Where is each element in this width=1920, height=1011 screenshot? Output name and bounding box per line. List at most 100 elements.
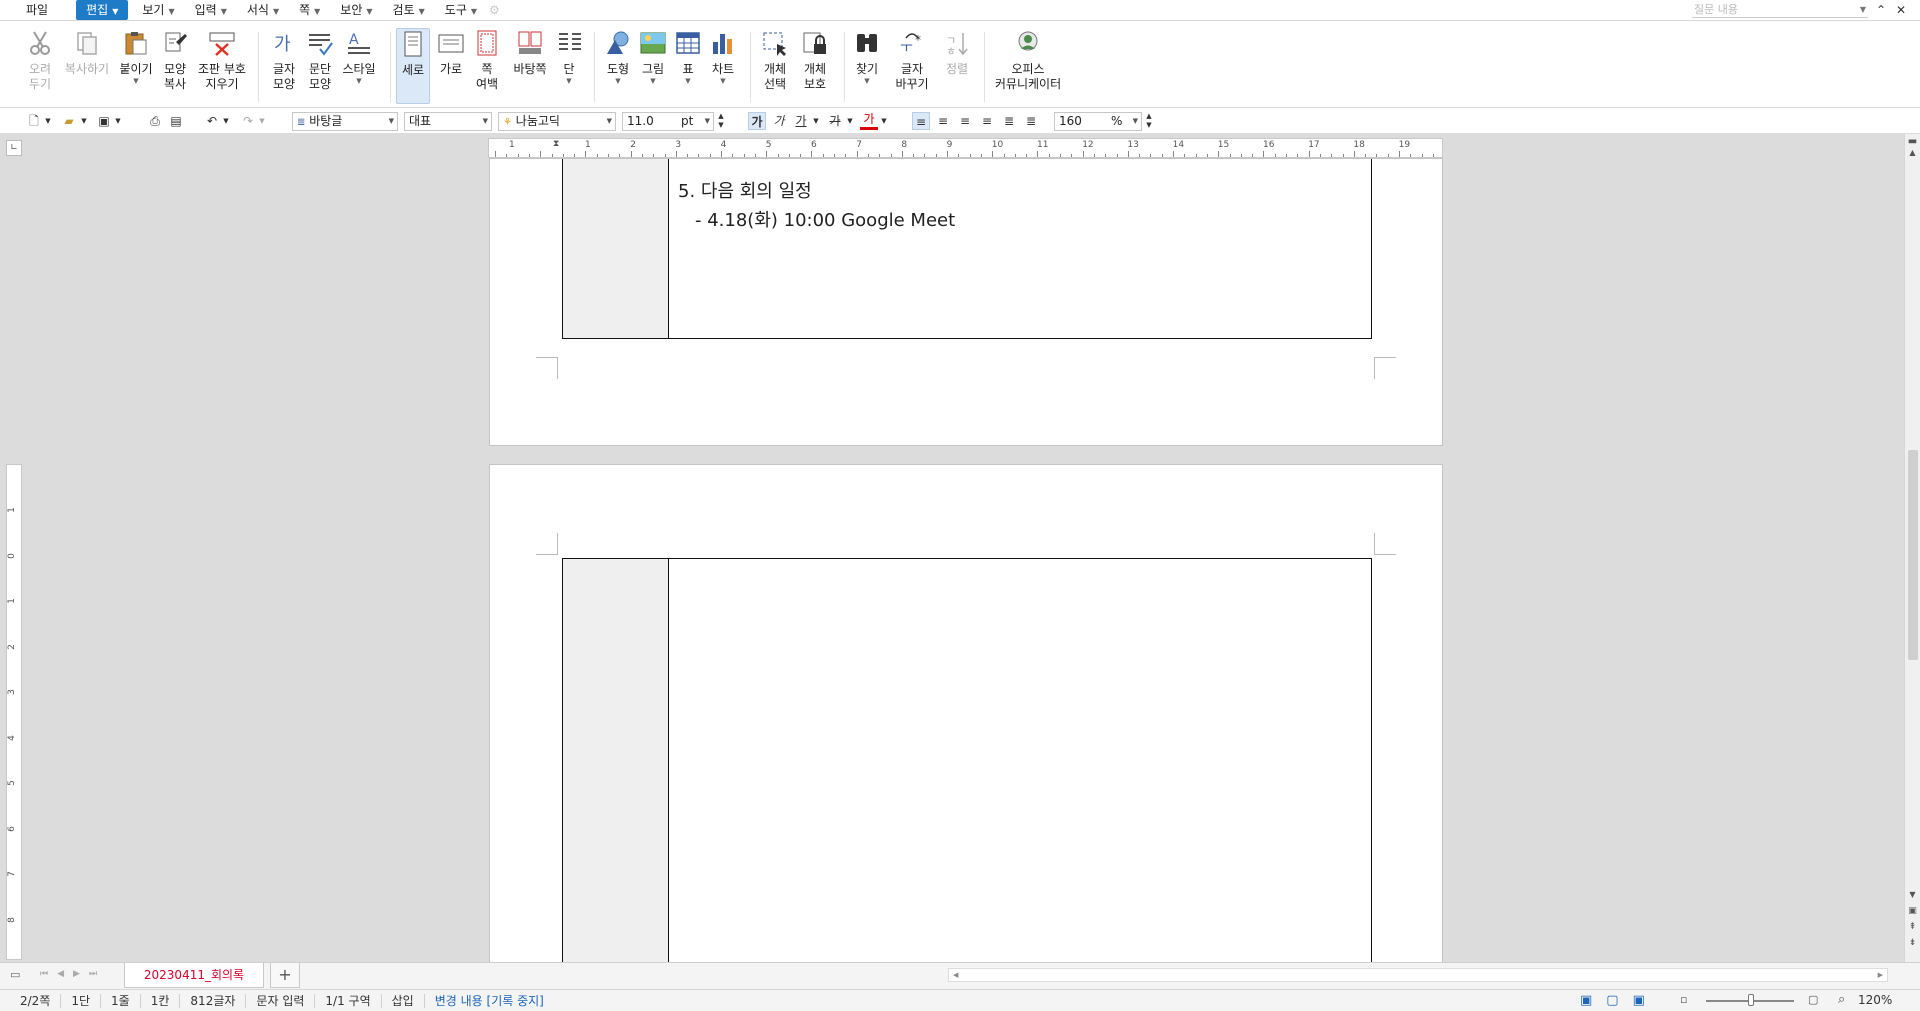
zoom-slider-handle[interactable] xyxy=(1748,994,1754,1006)
chevron-down-icon[interactable]: ▼ xyxy=(118,77,154,85)
italic-button[interactable]: 가 xyxy=(770,112,788,130)
zoom-out-icon[interactable]: ▫ xyxy=(1680,993,1687,1006)
object-select-button[interactable]: 개체 선택 xyxy=(758,30,792,92)
copy-button[interactable]: 복사하기 xyxy=(62,30,112,77)
chevron-down-icon[interactable]: ▼ xyxy=(638,77,668,85)
object-protect-button[interactable]: 개체 보호 xyxy=(798,30,832,92)
chevron-down-icon[interactable]: ▼ xyxy=(812,112,820,130)
open-folder-icon[interactable]: ▰ xyxy=(60,112,78,130)
chevron-down-icon[interactable]: ▼ xyxy=(880,112,888,130)
master-page-button[interactable]: 바탕쪽 xyxy=(510,30,550,77)
language-select[interactable]: 대표 ▼ xyxy=(404,112,492,131)
close-icon[interactable]: ✕ xyxy=(1892,1,1910,19)
menu-insert[interactable]: 입력 ▼ xyxy=(185,0,237,21)
vertical-scrollbar[interactable]: ▬ ▲ ▼ ▣ ⇞ ⇟ xyxy=(1904,134,1920,962)
menu-view[interactable]: 보기 ▼ xyxy=(132,0,184,21)
line-spacing-select[interactable]: 160% ▼ xyxy=(1054,112,1142,131)
new-document-icon[interactable]: 🗋 xyxy=(26,112,42,130)
print-icon[interactable]: ⎙ xyxy=(146,112,164,130)
menu-file[interactable]: 파일 xyxy=(0,0,72,21)
next-page-icon[interactable]: ⇟ xyxy=(1905,938,1920,948)
char-shape-button[interactable]: 가 글자 모양 xyxy=(268,30,300,92)
underline-button[interactable]: 가 xyxy=(792,112,810,130)
page-view-icon[interactable]: ▣ xyxy=(1905,906,1920,916)
ruler-corner-icon[interactable]: ∟ xyxy=(6,140,22,156)
chevron-down-icon[interactable]: ▼ xyxy=(258,112,266,130)
chevron-down-icon[interactable]: ▼ xyxy=(846,112,854,130)
collapse-ribbon-icon[interactable]: ⌃ xyxy=(1872,1,1890,19)
align-distribute-icon[interactable]: ≣ xyxy=(1000,112,1018,130)
next-meeting-heading[interactable]: 5. 다음 회의 일정 xyxy=(678,177,812,203)
page-1[interactable]: 5. 다음 회의 일정 - 4.18(화) 10:00 Google Meet xyxy=(489,158,1443,446)
scroll-left-icon[interactable]: ◀ xyxy=(953,969,958,981)
font-size-spinner[interactable]: ▲ ▼ xyxy=(716,112,726,130)
column-button[interactable]: 단 ▼ xyxy=(556,30,582,85)
office-communicator-button[interactable]: 오피스 커뮤니케이터 xyxy=(992,30,1064,92)
zoom-magnifier-icon[interactable]: ⌕ xyxy=(1838,992,1845,1007)
table-label-column[interactable] xyxy=(563,159,669,338)
font-color-button[interactable]: 가 xyxy=(860,112,878,130)
menu-security[interactable]: 보안 ▼ xyxy=(330,0,382,21)
page-2[interactable] xyxy=(489,464,1443,963)
cut-button[interactable]: 오려 두기 xyxy=(24,30,56,92)
tab-navigation-icons[interactable]: ⏮◀▶⏭ xyxy=(40,969,106,979)
prev-page-icon[interactable]: ⇞ xyxy=(1905,922,1920,932)
chevron-down-icon[interactable]: ▼ xyxy=(44,112,52,130)
status-track-changes[interactable]: 변경 내용 [기록 중지] xyxy=(425,994,554,1008)
tab-document[interactable]: 20230411_회의록 xyxy=(124,963,264,988)
align-divide-icon[interactable]: ≣ xyxy=(1022,112,1040,130)
portrait-button[interactable]: 세로 xyxy=(396,28,430,104)
chevron-down-icon[interactable]: ▼ xyxy=(114,112,122,130)
align-center-icon[interactable]: ≡ xyxy=(956,112,974,130)
table-button[interactable]: 표 ▼ xyxy=(674,30,702,85)
scroll-split-icon[interactable]: ▬ xyxy=(1905,136,1920,147)
chevron-down-icon[interactable]: ▼ xyxy=(602,77,634,85)
table-label-column[interactable] xyxy=(563,559,669,963)
chart-button[interactable]: 차트 ▼ xyxy=(708,30,738,85)
zoom-level[interactable]: 120% xyxy=(1858,993,1892,1007)
chevron-down-icon[interactable]: ▼ xyxy=(340,77,378,85)
document-table[interactable]: 5. 다음 회의 일정 - 4.18(화) 10:00 Google Meet xyxy=(562,159,1372,339)
chevron-down-icon[interactable]: ▼ xyxy=(80,112,88,130)
menu-review[interactable]: 검토 ▼ xyxy=(383,0,435,21)
font-size-select[interactable]: 11.0 pt ▼ xyxy=(622,112,714,131)
para-shape-button[interactable]: 문단 모양 xyxy=(304,30,336,92)
align-right-icon[interactable]: ≡ xyxy=(978,112,996,130)
bold-button[interactable]: 가 xyxy=(748,112,766,130)
page-margin-button[interactable]: 쪽 여백 xyxy=(472,30,502,92)
line-spacing-spinner[interactable]: ▲ ▼ xyxy=(1144,112,1154,130)
scroll-up-icon[interactable]: ▲ xyxy=(1905,148,1920,157)
menu-page[interactable]: 쪽 ▼ xyxy=(289,0,330,21)
chevron-down-icon[interactable]: ▼ xyxy=(708,77,738,85)
align-left-icon[interactable]: ≡ xyxy=(934,112,952,130)
save-icon[interactable]: ▣ xyxy=(96,112,112,130)
help-search-input[interactable]: 질문 내용 ▼ xyxy=(1692,2,1868,18)
redo-icon[interactable]: ↷ xyxy=(240,112,256,130)
scroll-down-icon[interactable]: ▼ xyxy=(1905,890,1920,899)
find-button[interactable]: 찾기 ▼ xyxy=(852,30,882,85)
horizontal-scrollbar[interactable]: ◀ ▶ xyxy=(948,968,1888,982)
undo-icon[interactable]: ↶ xyxy=(204,112,220,130)
font-select[interactable]: ⚘ 나눔고딕 ▼ xyxy=(498,112,616,131)
shape-button[interactable]: 도형 ▼ xyxy=(602,30,634,85)
erase-marks-button[interactable]: 조판 부호 지우기 xyxy=(196,30,248,92)
chevron-down-icon[interactable]: ▼ xyxy=(222,112,230,130)
status-page[interactable]: 2/2쪽 xyxy=(0,993,62,1008)
style-button[interactable]: A 스타일 ▼ xyxy=(340,30,378,85)
picture-button[interactable]: 그림 ▼ xyxy=(638,30,668,85)
vertical-ruler[interactable]: 1 0 1 2 3 4 5 6 7 8 xyxy=(6,464,22,960)
status-char-count[interactable]: 812글자 xyxy=(180,993,247,1008)
indent-marker-icon[interactable]: ⧗ xyxy=(553,139,559,149)
status-input-mode[interactable]: 문자 입력 xyxy=(246,993,316,1008)
menu-format[interactable]: 서식 ▼ xyxy=(237,0,289,21)
format-copy-button[interactable]: 모양 복사 xyxy=(160,30,190,92)
next-meeting-detail[interactable]: - 4.18(화) 10:00 Google Meet xyxy=(695,206,955,232)
replace-button[interactable]: ㅜ * 글자 바꾸기 xyxy=(890,30,934,92)
status-insert-mode[interactable]: 삽입 xyxy=(382,993,425,1008)
document-table[interactable] xyxy=(562,558,1372,963)
scroll-right-icon[interactable]: ▶ xyxy=(1878,969,1883,981)
print-preview-icon[interactable]: ▤ xyxy=(168,112,184,130)
paste-button[interactable]: 붙이기 ▼ xyxy=(118,30,154,85)
vertical-scroll-thumb[interactable] xyxy=(1908,450,1918,660)
chevron-down-icon[interactable]: ▼ xyxy=(1860,2,1866,18)
